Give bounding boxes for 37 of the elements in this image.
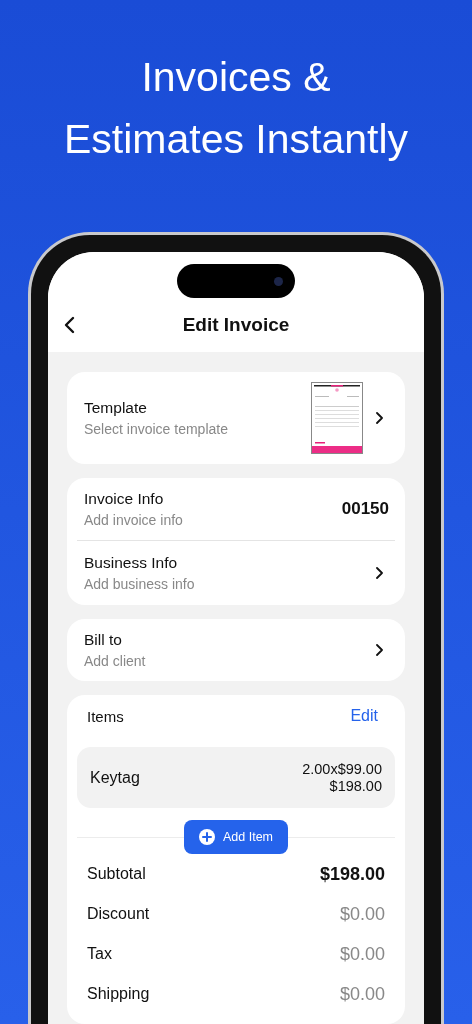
headline-line: Estimates Instantly <box>63 115 409 164</box>
edit-link[interactable]: Edit <box>350 707 378 725</box>
headline-line: Invoices & <box>141 53 331 102</box>
item-row[interactable]: Keytag 2.00x$99.00 $198.00 <box>77 747 395 808</box>
row-subtitle: Add business info <box>84 576 196 592</box>
info-row[interactable]: Bill to Add client <box>67 619 405 681</box>
total-label: Subtotal <box>87 865 146 883</box>
item-name: Keytag <box>90 768 140 787</box>
screen-title: Edit Invoice <box>182 314 290 336</box>
total-label: Shipping <box>87 985 150 1003</box>
row-subtitle: Select invoice template <box>84 421 229 437</box>
total-value: $198.00 <box>319 863 385 885</box>
row-title: Business Info <box>84 554 179 572</box>
row-subtitle: Add invoice info <box>84 512 184 528</box>
total-value: $0.00 <box>339 983 385 1005</box>
total-value: $0.00 <box>339 943 385 965</box>
row-subtitle: Add client <box>84 653 147 669</box>
total-label: Discount <box>87 905 150 923</box>
invoice-number: 00150 <box>341 499 389 519</box>
chevron-icon <box>375 567 383 579</box>
chevron-icon <box>375 644 383 656</box>
add-item-button[interactable]: Add Item <box>184 820 288 854</box>
invoice-thumbnail-drawing <box>311 382 363 454</box>
row-title: Bill to <box>84 631 123 649</box>
chevron-icon <box>375 412 383 424</box>
row-title: Template <box>84 399 148 417</box>
section-title: Items <box>87 707 124 725</box>
back-icon[interactable] <box>64 316 76 334</box>
plus-icon <box>199 829 215 845</box>
info-row[interactable]: Business Info Add business info <box>67 541 405 605</box>
total-value: $0.00 <box>339 903 385 925</box>
row-title: Invoice Info <box>84 490 165 508</box>
total-label: Tax <box>87 945 112 963</box>
item-quantity-price: 2.00x$99.00 <box>302 761 382 777</box>
info-row[interactable]: Invoice Info Add invoice info 00150 <box>67 478 405 540</box>
item-total: $198.00 <box>329 778 382 794</box>
template-card[interactable]: Template Select invoice template <box>67 372 405 464</box>
